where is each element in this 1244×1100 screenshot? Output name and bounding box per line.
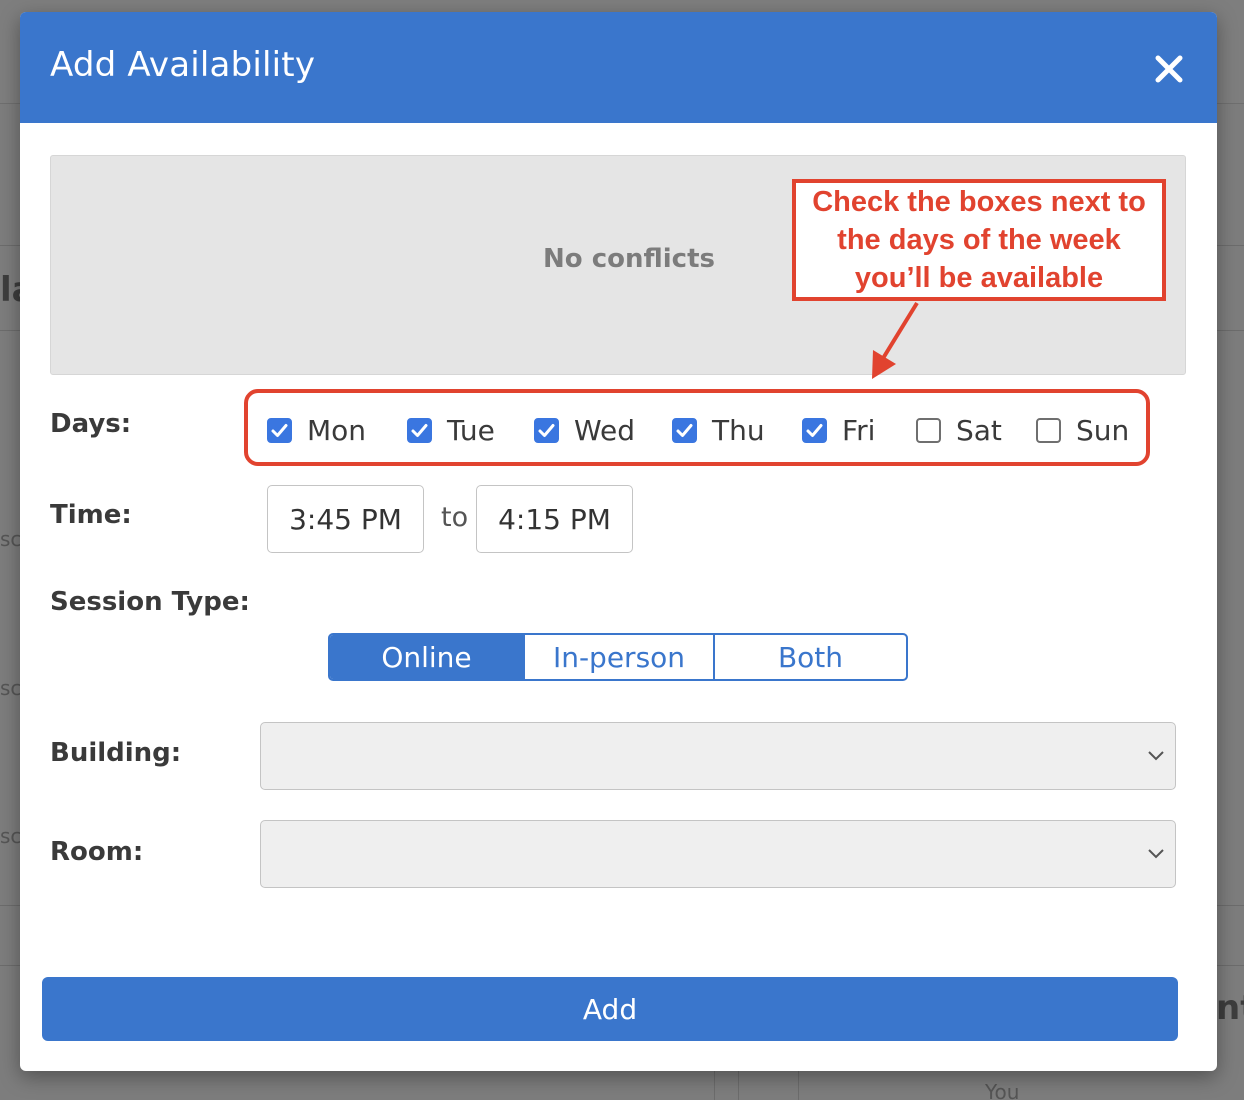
background-text: You bbox=[985, 1080, 1020, 1100]
days-label: Days: bbox=[50, 409, 132, 439]
modal-title: Add Availability bbox=[50, 45, 316, 85]
session-type-toggle: Online In-person Both bbox=[328, 633, 908, 681]
add-availability-modal: Add Availability No conflicts Check the … bbox=[20, 12, 1217, 1071]
day-checkbox-sat[interactable]: Sat bbox=[916, 410, 1002, 450]
checkbox-checked-icon[interactable] bbox=[407, 417, 432, 443]
day-checkbox-wed[interactable]: Wed bbox=[534, 410, 635, 450]
modal-header: Add Availability bbox=[20, 12, 1217, 123]
day-label: Sat bbox=[956, 413, 1002, 447]
checkbox-checked-icon[interactable] bbox=[534, 417, 559, 443]
day-label: Wed bbox=[574, 413, 636, 447]
building-label: Building: bbox=[50, 738, 182, 768]
checkbox-unchecked-icon[interactable] bbox=[916, 417, 941, 443]
session-type-both[interactable]: Both bbox=[713, 635, 906, 679]
background-text: sc bbox=[0, 676, 22, 700]
checkbox-checked-icon[interactable] bbox=[802, 417, 827, 443]
background-divider bbox=[798, 1071, 799, 1100]
checkbox-checked-icon[interactable] bbox=[672, 417, 697, 443]
day-checkbox-thu[interactable]: Thu bbox=[672, 410, 765, 450]
chevron-down-icon bbox=[1148, 751, 1164, 761]
close-icon bbox=[1155, 55, 1183, 83]
end-time-input[interactable]: 4:15 PM bbox=[476, 485, 633, 553]
checkbox-checked-icon[interactable] bbox=[267, 417, 292, 443]
day-checkbox-sun[interactable]: Sun bbox=[1036, 410, 1129, 450]
background-text: sc bbox=[0, 824, 22, 848]
background-divider bbox=[714, 1071, 715, 1100]
background-text: nt bbox=[1216, 988, 1244, 1028]
start-time-input[interactable]: 3:45 PM bbox=[267, 485, 424, 553]
add-button[interactable]: Add bbox=[42, 977, 1178, 1041]
session-type-in-person[interactable]: In-person bbox=[523, 635, 713, 679]
time-label: Time: bbox=[50, 500, 132, 530]
room-select[interactable] bbox=[260, 820, 1176, 888]
day-label: Sun bbox=[1076, 413, 1130, 447]
chevron-down-icon bbox=[1148, 849, 1164, 859]
building-select[interactable] bbox=[260, 722, 1176, 790]
day-checkbox-tue[interactable]: Tue bbox=[407, 410, 495, 450]
checkbox-unchecked-icon[interactable] bbox=[1036, 417, 1061, 443]
session-type-label: Session Type: bbox=[50, 587, 250, 617]
background-text: sc bbox=[0, 527, 22, 551]
day-label: Mon bbox=[307, 413, 367, 447]
close-button[interactable] bbox=[1146, 46, 1192, 92]
day-label: Tue bbox=[447, 413, 495, 447]
room-label: Room: bbox=[50, 837, 144, 867]
background-divider bbox=[738, 1071, 739, 1100]
day-checkbox-fri[interactable]: Fri bbox=[802, 410, 875, 450]
day-label: Thu bbox=[712, 413, 765, 447]
session-type-online[interactable]: Online bbox=[330, 635, 523, 679]
time-separator: to bbox=[441, 502, 469, 533]
day-checkbox-mon[interactable]: Mon bbox=[267, 410, 366, 450]
annotation-callout: Check the boxes next to the days of the … bbox=[792, 179, 1166, 301]
day-label: Fri bbox=[842, 413, 876, 447]
